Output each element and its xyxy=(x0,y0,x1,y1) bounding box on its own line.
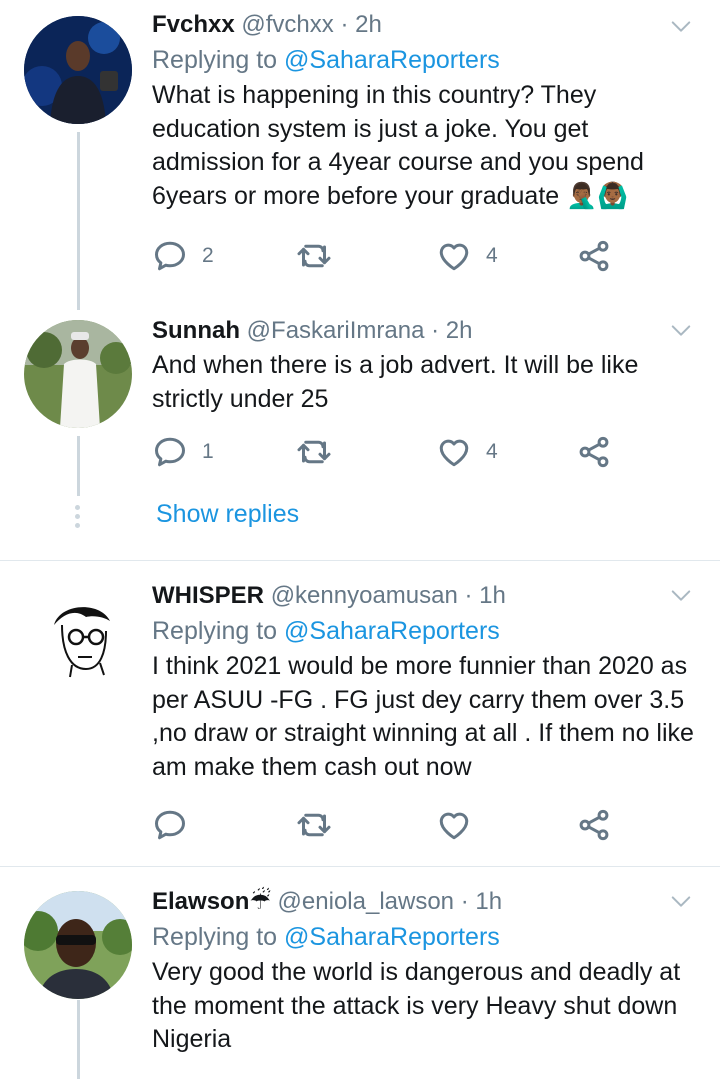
share-icon xyxy=(576,807,612,843)
replying-to: Replying to @SaharaReporters xyxy=(152,921,700,953)
retweet-button[interactable] xyxy=(296,807,332,843)
timestamp[interactable]: 2h xyxy=(446,317,473,344)
display-name[interactable]: Sunnah xyxy=(152,317,240,344)
share-icon xyxy=(576,434,612,470)
like-icon xyxy=(436,807,472,843)
chevron-down-icon[interactable] xyxy=(670,891,692,913)
replying-to: Replying to @SaharaReporters xyxy=(152,615,700,647)
avatar[interactable] xyxy=(24,891,132,999)
retweet-icon xyxy=(296,807,332,843)
avatar[interactable] xyxy=(24,585,132,693)
user-handle[interactable]: @eniola_lawson xyxy=(278,888,454,915)
tweet[interactable]: Sunnah @FaskariImrana · 2h And when ther… xyxy=(0,310,720,500)
user-handle[interactable]: @fvchxx xyxy=(241,11,333,38)
display-name[interactable]: WHISPER xyxy=(152,582,264,609)
tweet-actions xyxy=(152,807,672,847)
replying-to-mention[interactable]: @SaharaReporters xyxy=(284,923,500,951)
avatar[interactable] xyxy=(24,320,132,428)
reply-count: 1 xyxy=(202,440,214,463)
user-handle[interactable]: @FaskariImrana xyxy=(247,317,425,344)
display-name[interactable]: Fvchxx xyxy=(152,11,235,38)
tweet-text: I think 2021 would be more funnier than … xyxy=(152,652,694,781)
tweet-text: Very good the world is dangerous and dea… xyxy=(152,958,681,1053)
reply-count: 2 xyxy=(202,244,214,267)
separator-dot: · xyxy=(464,582,473,609)
retweet-button[interactable] xyxy=(296,238,332,274)
reply-button[interactable]: 2 xyxy=(152,238,214,274)
replying-to-label: Replying to xyxy=(152,923,278,951)
timestamp[interactable]: 1h xyxy=(479,582,506,609)
user-handle[interactable]: @kennyoamusan xyxy=(271,582,458,609)
like-button[interactable]: 4 xyxy=(436,434,498,470)
separator-dot: · xyxy=(460,888,469,915)
display-name[interactable]: Elawson☔ xyxy=(152,888,271,915)
separator-dot: · xyxy=(431,317,440,344)
chevron-down-icon[interactable] xyxy=(670,585,692,607)
chevron-down-icon[interactable] xyxy=(670,16,692,38)
reply-button[interactable] xyxy=(152,807,188,843)
separator-dot: · xyxy=(340,11,349,38)
timestamp[interactable]: 1h xyxy=(475,888,502,915)
replying-to-label: Replying to xyxy=(152,617,278,645)
show-replies-link[interactable]: Show replies xyxy=(156,500,299,529)
share-button[interactable] xyxy=(576,238,612,274)
tweet-text: What is happening in this country? They … xyxy=(152,81,644,210)
tweet[interactable]: Elawson☔ @eniola_lawson · 1h Replying to… xyxy=(0,867,720,1079)
retweet-icon xyxy=(296,238,332,274)
avatar[interactable] xyxy=(24,16,132,124)
more-replies-dots xyxy=(75,505,81,532)
like-button[interactable] xyxy=(436,807,472,843)
retweet-button[interactable] xyxy=(296,434,332,470)
like-button[interactable]: 4 xyxy=(436,238,498,274)
share-button[interactable] xyxy=(576,807,612,843)
reply-button[interactable]: 1 xyxy=(152,434,214,470)
retweet-icon xyxy=(296,434,332,470)
share-button[interactable] xyxy=(576,434,612,470)
tweet-text: And when there is a job advert. It will … xyxy=(152,351,639,413)
replying-to-mention[interactable]: @SaharaReporters xyxy=(284,46,500,74)
timestamp[interactable]: 2h xyxy=(355,11,382,38)
reply-icon xyxy=(152,434,188,470)
tweet-actions: 1 4 xyxy=(152,434,672,474)
thread-connector-line xyxy=(77,1000,80,1079)
reply-icon xyxy=(152,807,188,843)
like-icon xyxy=(436,434,472,470)
share-icon xyxy=(576,238,612,274)
like-count: 4 xyxy=(486,244,498,267)
tweet[interactable]: WHISPER @kennyoamusan · 1h Replying to @… xyxy=(0,561,720,866)
tweet[interactable]: Fvchxx @fvchxx · 2h Replying to @SaharaR… xyxy=(0,0,720,300)
replying-to-label: Replying to xyxy=(152,46,278,74)
replying-to-mention[interactable]: @SaharaReporters xyxy=(284,617,500,645)
tweet-header: Sunnah @FaskariImrana · 2h xyxy=(152,316,700,346)
replying-to: Replying to @SaharaReporters xyxy=(152,44,700,76)
like-icon xyxy=(436,238,472,274)
chevron-down-icon[interactable] xyxy=(670,320,692,342)
tweet-header: WHISPER @kennyoamusan · 1h xyxy=(152,581,700,611)
tweet-header: Fvchxx @fvchxx · 2h xyxy=(152,10,700,40)
reply-icon xyxy=(152,238,188,274)
tweet-actions: 2 4 xyxy=(152,238,672,278)
tweet-header: Elawson☔ @eniola_lawson · 1h xyxy=(152,887,700,917)
like-count: 4 xyxy=(486,440,498,463)
